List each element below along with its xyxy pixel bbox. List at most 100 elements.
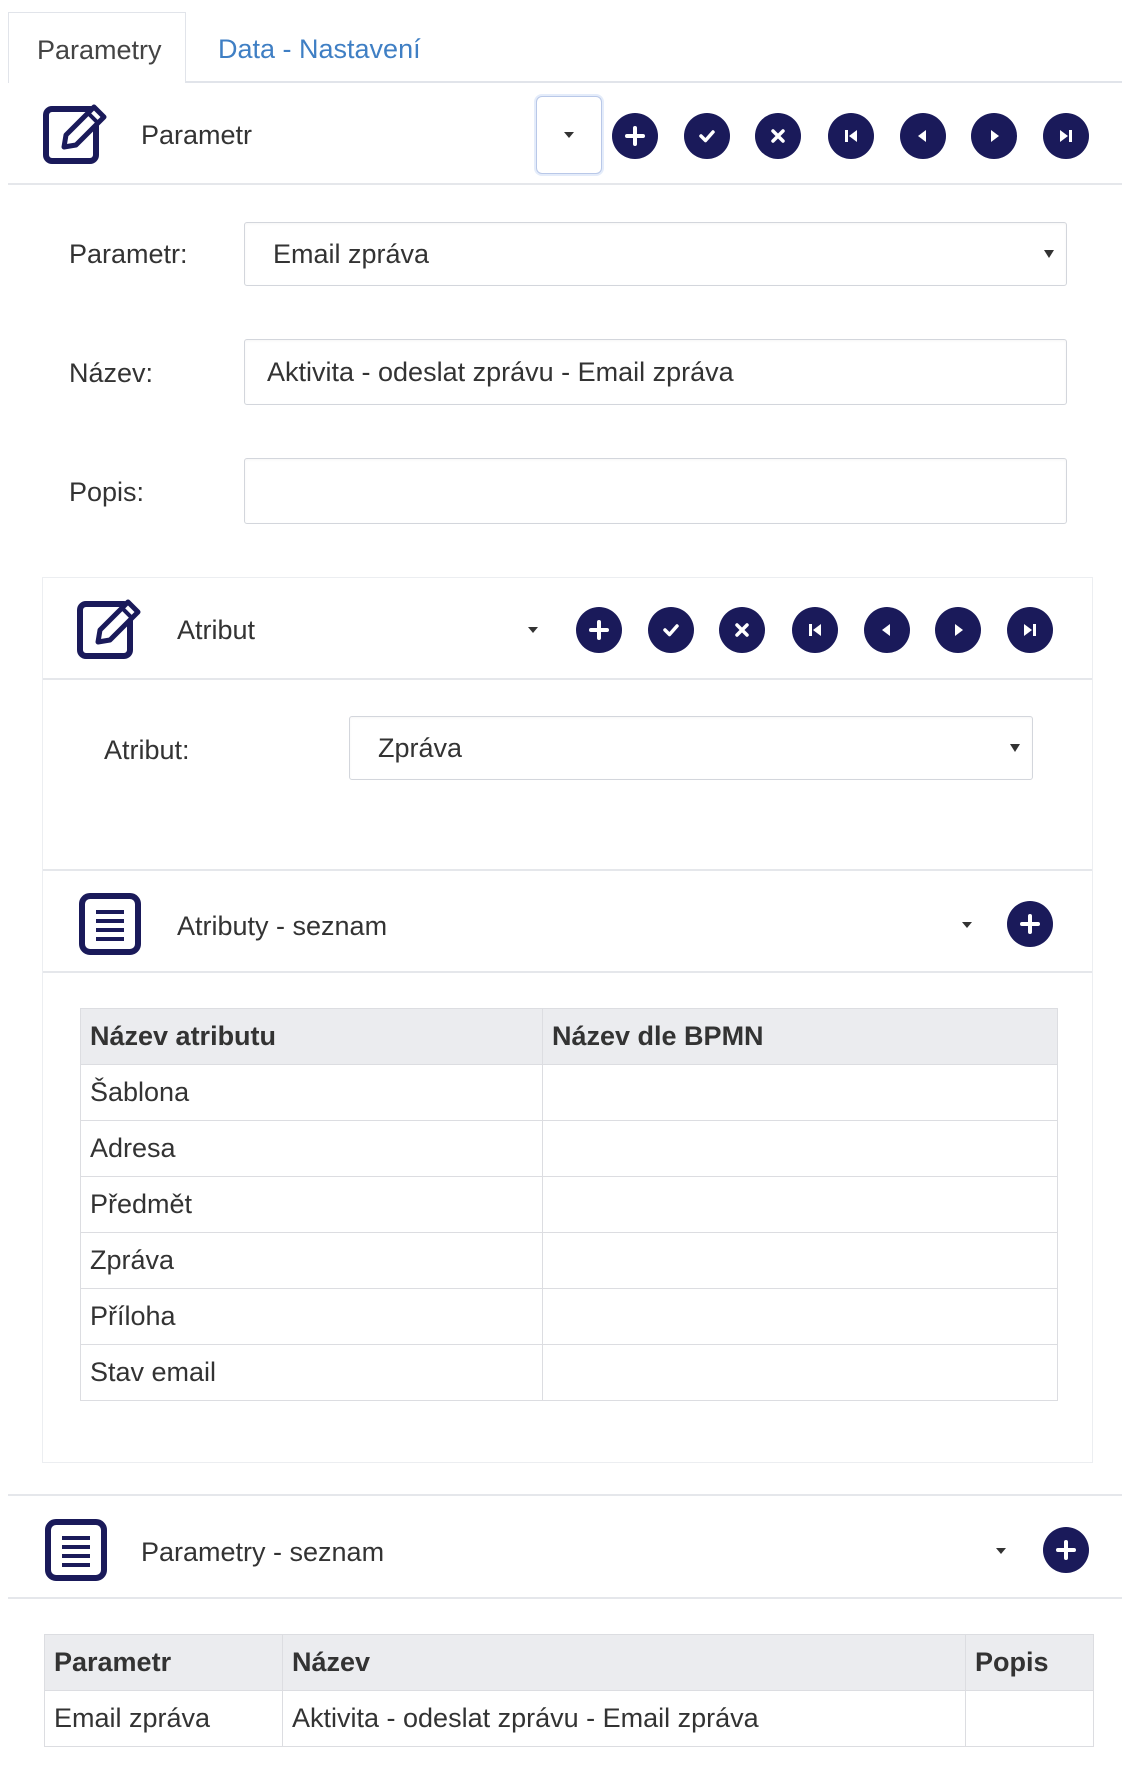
list-icon bbox=[40, 1514, 112, 1586]
table-row[interactable]: Šablona bbox=[80, 1064, 1058, 1121]
atribut-select-value: Zpráva bbox=[378, 732, 463, 763]
add-button[interactable] bbox=[612, 113, 658, 159]
table-row[interactable]: Email zpráva Aktivita - odeslat zprávu -… bbox=[44, 1690, 1094, 1747]
table-header-row: Název atributu Název dle BPMN bbox=[80, 1008, 1058, 1065]
last-record-button[interactable] bbox=[1043, 113, 1089, 159]
atribut-previous-record-button[interactable] bbox=[864, 607, 910, 653]
atribut-confirm-button[interactable] bbox=[648, 607, 694, 653]
tab-data-nastaveni-label: Data - Nastavení bbox=[218, 34, 421, 64]
atributy-list-header-divider bbox=[43, 971, 1092, 973]
parametry-list-header-divider bbox=[8, 1597, 1122, 1599]
parametr-select-value: Email zpráva bbox=[273, 238, 430, 269]
parametry-list-title: Parametry - seznam bbox=[141, 1537, 385, 1567]
parametr-field-label: Parametr: bbox=[69, 239, 188, 269]
plus-icon bbox=[1020, 914, 1040, 934]
tab-parametry-label: Parametry bbox=[37, 35, 162, 65]
popis-field-label: Popis: bbox=[69, 477, 145, 507]
table-cell: Šablona bbox=[80, 1064, 543, 1121]
atribut-field-label: Atribut: bbox=[104, 735, 190, 765]
next-record-icon bbox=[955, 624, 963, 636]
parametr-panel-title: Parametr bbox=[141, 120, 253, 150]
atribut-first-record-button[interactable] bbox=[792, 607, 838, 653]
table-cell: Předmět bbox=[80, 1176, 543, 1233]
chevron-down-icon bbox=[996, 1548, 1006, 1554]
table-cell bbox=[542, 1064, 1058, 1121]
chevron-down-icon bbox=[564, 132, 574, 138]
first-record-button[interactable] bbox=[828, 113, 874, 159]
chevron-down-icon bbox=[962, 922, 972, 928]
last-record-icon bbox=[1060, 130, 1072, 142]
table-cell bbox=[542, 1288, 1058, 1345]
plus-icon bbox=[625, 126, 645, 146]
close-icon bbox=[735, 623, 749, 637]
atributy-table: Název atributu Název dle BPMN Šablona Ad… bbox=[80, 1008, 1058, 1401]
parametry-table: Parametr Název Popis Email zpráva Aktivi… bbox=[44, 1634, 1094, 1747]
atribut-header-divider bbox=[43, 678, 1092, 680]
table-row[interactable]: Předmět bbox=[80, 1176, 1058, 1233]
close-icon bbox=[771, 129, 785, 143]
atribut-select[interactable]: Zpráva bbox=[349, 716, 1033, 780]
parametr-select[interactable]: Email zpráva bbox=[244, 222, 1067, 286]
atribut-last-record-button[interactable] bbox=[1007, 607, 1053, 653]
check-icon bbox=[699, 130, 715, 143]
column-header-nazev[interactable]: Název bbox=[282, 1634, 966, 1691]
nazev-field-label: Název: bbox=[69, 358, 154, 388]
tab-parametry[interactable]: Parametry bbox=[8, 12, 186, 84]
check-icon bbox=[663, 624, 679, 637]
atribut-cancel-button[interactable] bbox=[719, 607, 765, 653]
atributy-list-title: Atributy - seznam bbox=[177, 911, 388, 941]
next-record-icon bbox=[991, 130, 999, 142]
plus-icon bbox=[589, 620, 609, 640]
cancel-button[interactable] bbox=[755, 113, 801, 159]
previous-record-icon bbox=[882, 624, 890, 636]
table-cell: Příloha bbox=[80, 1288, 543, 1345]
table-cell bbox=[542, 1176, 1058, 1233]
popis-input[interactable] bbox=[244, 458, 1067, 524]
table-row[interactable]: Příloha bbox=[80, 1288, 1058, 1345]
table-cell bbox=[542, 1120, 1058, 1177]
edit-icon bbox=[74, 592, 146, 664]
chevron-down-icon bbox=[1010, 744, 1020, 752]
parametry-list-add-button[interactable] bbox=[1043, 1527, 1089, 1573]
atribut-next-record-button[interactable] bbox=[935, 607, 981, 653]
chevron-down-icon bbox=[528, 627, 538, 633]
plus-icon bbox=[1056, 1540, 1076, 1560]
table-cell: Stav email bbox=[80, 1344, 543, 1401]
atributy-list-dropdown[interactable] bbox=[950, 907, 984, 943]
chevron-down-icon bbox=[1044, 250, 1054, 258]
last-record-icon bbox=[1024, 624, 1036, 636]
atribut-panel-title: Atribut bbox=[177, 615, 256, 645]
column-header-nazev-atributu[interactable]: Název atributu bbox=[80, 1008, 543, 1065]
table-header-row: Parametr Název Popis bbox=[44, 1634, 1094, 1691]
table-row[interactable]: Stav email bbox=[80, 1344, 1058, 1401]
table-cell: Adresa bbox=[80, 1120, 543, 1177]
table-cell bbox=[542, 1344, 1058, 1401]
column-header-popis[interactable]: Popis bbox=[965, 1634, 1094, 1691]
atribut-toolbar-dropdown[interactable] bbox=[516, 612, 550, 648]
previous-record-icon bbox=[918, 130, 926, 142]
column-header-nazev-dle-bpmn[interactable]: Název dle BPMN bbox=[542, 1008, 1058, 1065]
edit-icon bbox=[40, 97, 112, 169]
parametry-list-dropdown[interactable] bbox=[984, 1533, 1018, 1569]
table-row[interactable]: Zpráva bbox=[80, 1232, 1058, 1289]
tab-data-nastaveni[interactable]: Data - Nastavení bbox=[200, 20, 440, 80]
atributy-list-divider-top bbox=[43, 869, 1092, 871]
table-cell bbox=[542, 1232, 1058, 1289]
table-cell bbox=[965, 1690, 1094, 1747]
first-record-icon bbox=[809, 624, 821, 636]
table-row[interactable]: Adresa bbox=[80, 1120, 1058, 1177]
table-cell: Zpráva bbox=[80, 1232, 543, 1289]
first-record-icon bbox=[845, 130, 857, 142]
list-icon bbox=[74, 888, 146, 960]
atributy-list-add-button[interactable] bbox=[1007, 901, 1053, 947]
column-header-parametr[interactable]: Parametr bbox=[44, 1634, 283, 1691]
confirm-button[interactable] bbox=[684, 113, 730, 159]
table-cell: Aktivita - odeslat zprávu - Email zpráva bbox=[282, 1690, 966, 1747]
atribut-add-button[interactable] bbox=[576, 607, 622, 653]
nazev-input[interactable]: Aktivita - odeslat zprávu - Email zpráva bbox=[244, 339, 1067, 405]
table-cell: Email zpráva bbox=[44, 1690, 283, 1747]
previous-record-button[interactable] bbox=[900, 113, 946, 159]
nazev-input-value: Aktivita - odeslat zprávu - Email zpráva bbox=[267, 356, 734, 387]
next-record-button[interactable] bbox=[971, 113, 1017, 159]
parametr-toolbar-dropdown[interactable] bbox=[536, 96, 602, 174]
